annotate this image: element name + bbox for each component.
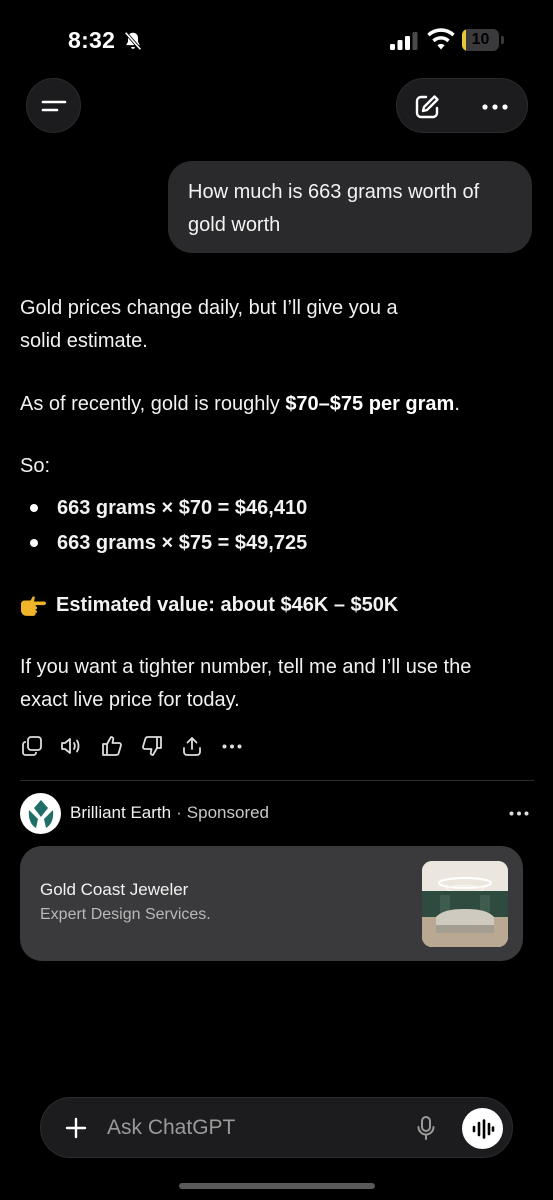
new-chat-button[interactable] — [411, 91, 443, 123]
message-actions — [20, 734, 244, 758]
thumbs-up-button[interactable] — [100, 734, 124, 758]
voice-waveform-icon — [472, 1118, 494, 1139]
status-bar: 8:32 10 — [0, 0, 553, 80]
share-button[interactable] — [180, 734, 204, 758]
bullet-dot — [30, 504, 38, 512]
list-item: 663 grams × $75 = $49,725 — [20, 526, 307, 561]
assistant-paragraph: Gold prices change daily, but I’ll give … — [20, 297, 398, 352]
message-more-button[interactable] — [220, 734, 244, 758]
assistant-paragraph: So: — [20, 455, 51, 477]
new-chat-icon — [415, 95, 439, 119]
thumbs-down-icon — [142, 736, 162, 756]
battery-icon: 10 — [462, 29, 504, 51]
dictate-button[interactable] — [413, 1114, 439, 1142]
ad-separator: · — [176, 803, 182, 822]
menu-button[interactable] — [26, 78, 81, 133]
microphone-icon — [417, 1116, 435, 1140]
voice-mode-button[interactable] — [462, 1108, 503, 1149]
assistant-text: . — [454, 393, 460, 415]
status-time: 8:32 — [68, 27, 116, 53]
share-icon — [183, 737, 201, 756]
composer — [40, 1097, 513, 1158]
ad-title: Gold Coast Jeweler — [40, 880, 189, 899]
estimate-line: Estimated value: about $46K – $50K — [20, 589, 398, 622]
divider — [20, 780, 534, 781]
add-attachment-button[interactable] — [63, 1115, 89, 1141]
ad-brand-name[interactable]: Brilliant Earth — [70, 803, 171, 822]
read-aloud-icon — [61, 738, 80, 754]
copy-button[interactable] — [20, 734, 44, 758]
ad-card[interactable]: Gold Coast Jeweler Expert Design Service… — [20, 846, 523, 961]
brand-logo[interactable] — [20, 793, 61, 834]
assistant-paragraph: If you want a tighter number, tell me an… — [20, 656, 472, 711]
read-aloud-button[interactable] — [60, 734, 84, 758]
bell-slash-icon — [124, 31, 142, 51]
user-message: How much is 663 grams worth of gold wort… — [168, 161, 532, 253]
more-icon — [222, 744, 242, 748]
battery-level: 10 — [471, 31, 490, 48]
bullet-dot — [30, 539, 38, 547]
more-icon — [482, 104, 508, 110]
cellular-signal-icon — [390, 32, 418, 50]
pointing-hand-icon — [21, 595, 46, 616]
ad-more-button[interactable] — [505, 803, 533, 823]
ad-description: Expert Design Services. — [40, 906, 211, 923]
wifi-icon — [427, 28, 455, 50]
menu-icon — [41, 100, 66, 111]
thumbs-up-icon — [102, 736, 122, 756]
header-actions — [396, 78, 528, 133]
assistant-paragraph: As of recently, gold is roughly $70–$75 … — [20, 388, 460, 421]
more-icon — [509, 811, 529, 815]
list-item-text: 663 grams × $75 = $49,725 — [57, 532, 308, 554]
assistant-text: As of recently, gold is roughly — [20, 393, 286, 415]
sponsored-label: Sponsored — [186, 803, 270, 822]
assistant-bold-text: $70–$75 per gram — [285, 393, 455, 415]
message-input[interactable] — [107, 1112, 397, 1144]
plus-icon — [65, 1117, 87, 1139]
list-item-text: 663 grams × $70 = $46,410 — [57, 497, 308, 519]
copy-icon — [22, 736, 42, 756]
estimate-text: Estimated value: about $46K – $50K — [56, 594, 399, 616]
ad-brand[interactable]: Brilliant Earth · Sponsored — [70, 803, 269, 823]
brilliant-earth-logo-icon — [28, 799, 53, 828]
home-indicator[interactable] — [179, 1183, 375, 1189]
thumbs-down-button[interactable] — [140, 734, 164, 758]
ad-image — [422, 861, 508, 947]
more-options-button[interactable] — [479, 91, 511, 123]
list-item: 663 grams × $70 = $46,410 — [20, 491, 307, 526]
bullet-list: 663 grams × $70 = $46,410 663 grams × $7… — [20, 491, 307, 561]
